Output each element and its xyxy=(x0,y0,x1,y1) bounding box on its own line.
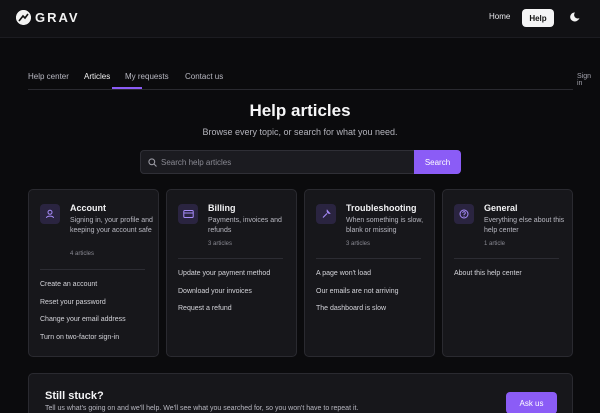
card-title: General xyxy=(484,203,518,213)
article-link[interactable]: Download your invoices xyxy=(178,287,270,305)
moon-icon[interactable] xyxy=(569,11,581,23)
card-description: When something is slow, blank or missing xyxy=(346,217,424,234)
article-link[interactable]: Reset your password xyxy=(40,298,126,316)
article-link[interactable]: Turn on two-factor sign-in xyxy=(40,333,126,351)
question-icon xyxy=(454,204,474,224)
tab-contact-us[interactable]: Contact us xyxy=(185,72,223,81)
article-link[interactable]: About this help center xyxy=(454,269,522,287)
user-icon xyxy=(40,204,60,224)
category-card-general[interactable]: General Everything else about this help … xyxy=(442,189,573,357)
nav-help-button[interactable]: Help xyxy=(522,9,554,27)
search-input[interactable] xyxy=(161,151,411,173)
top-bar: GRAV Home Help xyxy=(0,0,600,38)
tab-my-requests[interactable]: My requests xyxy=(125,72,169,81)
article-link[interactable]: Create an account xyxy=(40,280,126,298)
credit-card-icon xyxy=(178,204,198,224)
card-divider xyxy=(454,258,559,259)
search-bar: Search xyxy=(140,150,461,174)
article-list: Update your payment method Download your… xyxy=(178,269,270,322)
card-title: Account xyxy=(70,203,106,213)
tab-help-center[interactable]: Help center xyxy=(28,72,69,81)
article-link[interactable]: Update your payment method xyxy=(178,269,270,287)
category-card-troubleshooting[interactable]: Troubleshooting When something is slow, … xyxy=(304,189,435,357)
still-stuck-text: Tell us what's going on and we'll help. … xyxy=(45,405,359,412)
active-tab-indicator xyxy=(112,87,142,89)
tab-articles[interactable]: Articles xyxy=(84,72,110,81)
article-count: 1 article xyxy=(484,241,506,247)
card-divider xyxy=(316,258,421,259)
article-count: 3 articles xyxy=(346,241,371,247)
brand-name: GRAV xyxy=(35,10,80,25)
card-description: Signing in, your profile and keeping you… xyxy=(70,217,153,234)
card-description: Everything else about this help center xyxy=(484,217,565,234)
article-link[interactable]: Request a refund xyxy=(178,304,270,322)
article-link[interactable]: A page won't load xyxy=(316,269,398,287)
article-count: 3 articles xyxy=(208,241,233,247)
sign-in-link[interactable]: Sign in xyxy=(577,73,591,87)
page-subtitle: Browse every topic, or search for what y… xyxy=(202,127,398,137)
card-description: Payments, invoices and refunds xyxy=(208,217,282,234)
card-divider xyxy=(40,269,145,270)
search-button[interactable]: Search xyxy=(414,150,461,174)
article-link[interactable]: The dashboard is slow xyxy=(316,304,398,322)
card-divider xyxy=(178,258,283,259)
ask-us-button[interactable]: Ask us xyxy=(506,392,557,413)
category-card-billing[interactable]: Billing Payments, invoices and refunds 3… xyxy=(166,189,297,357)
card-title: Troubleshooting xyxy=(346,203,417,213)
article-list: Create an account Reset your password Ch… xyxy=(40,280,126,350)
search-icon xyxy=(148,158,157,167)
still-stuck-title: Still stuck? xyxy=(45,390,104,402)
article-list: About this help center xyxy=(454,269,522,287)
wrench-icon xyxy=(316,204,336,224)
nav-home-link[interactable]: Home xyxy=(489,12,510,21)
logo-mark-icon xyxy=(16,10,31,25)
brand-logo[interactable]: GRAV xyxy=(16,10,80,25)
article-link[interactable]: Change your email address xyxy=(40,315,126,333)
article-link[interactable]: Our emails are not arriving xyxy=(316,287,398,305)
category-card-account[interactable]: Account Signing in, your profile and kee… xyxy=(28,189,159,357)
article-count: 4 articles xyxy=(70,251,95,257)
card-title: Billing xyxy=(208,203,236,213)
still-stuck-panel: Still stuck? Tell us what's going on and… xyxy=(28,373,573,413)
article-list: A page won't load Our emails are not arr… xyxy=(316,269,398,322)
page-title: Help articles xyxy=(249,101,351,120)
search-box xyxy=(140,150,415,174)
section-tabs: Help center Articles My requests Contact… xyxy=(28,70,591,90)
